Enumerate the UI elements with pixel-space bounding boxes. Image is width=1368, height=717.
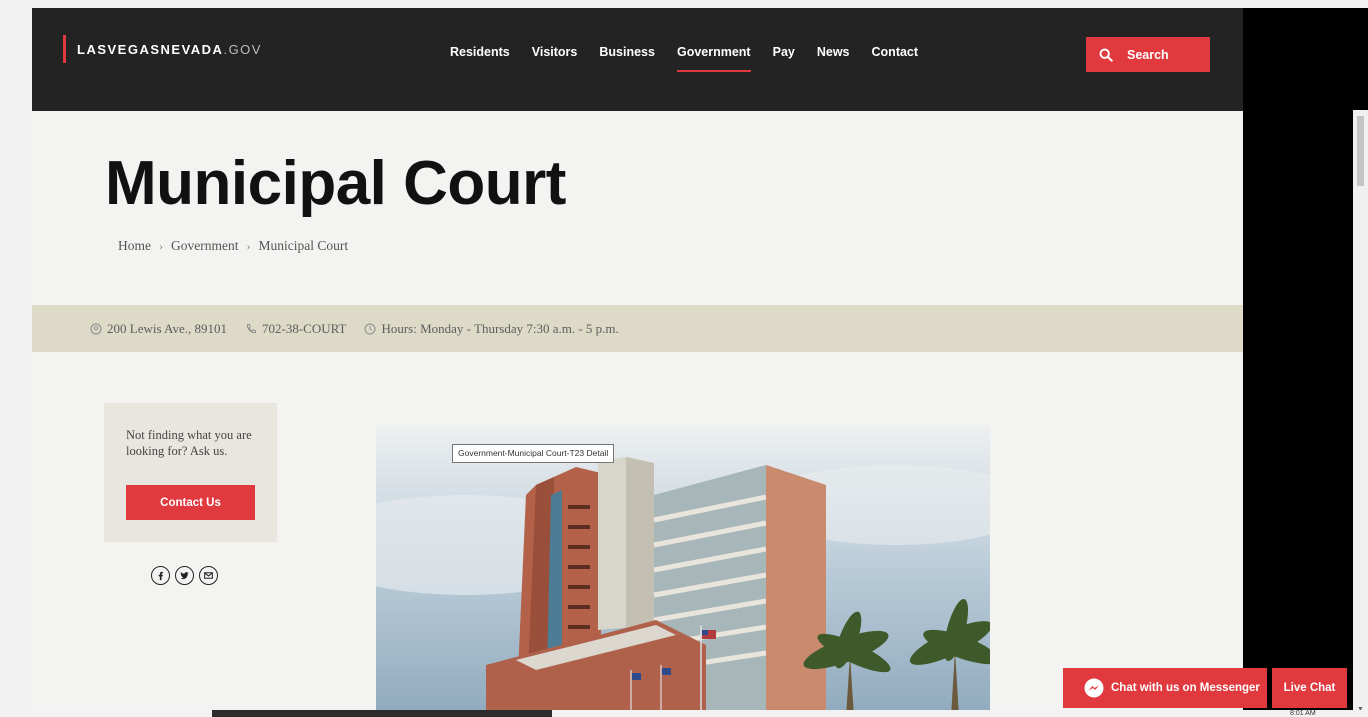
search-button-label: Search	[1127, 47, 1169, 62]
page-title: Municipal Court	[105, 149, 566, 218]
image-tooltip: Government-Municipal Court-T23 Detail	[452, 444, 615, 463]
email-icon[interactable]	[199, 566, 218, 585]
facebook-icon[interactable]	[151, 566, 170, 585]
clock-icon	[364, 323, 376, 334]
twitter-icon[interactable]	[175, 566, 194, 585]
phone-text: 702-38-COURT	[262, 320, 347, 336]
logo-text-light: .GOV	[223, 41, 262, 57]
hours-info: Hours: Monday - Thursday 7:30 a.m. - 5 p…	[364, 320, 619, 337]
browser-viewport: LASVEGASNEVADA .GOV Residents Visitors Bu…	[0, 0, 1368, 717]
nav-item-residents[interactable]: Residents	[439, 44, 521, 74]
info-bar: 200 Lewis Ave., 89101 702-38-COURT Hours…	[32, 305, 1243, 352]
nav-item-pay[interactable]: Pay	[762, 44, 806, 74]
map-pin-icon	[90, 323, 102, 334]
taskbar	[0, 710, 1368, 717]
messenger-chat-button[interactable]: Chat with us on Messenger	[1063, 668, 1267, 708]
nav-item-contact[interactable]: Contact	[861, 44, 930, 74]
live-chat-button[interactable]: Live Chat	[1272, 668, 1347, 708]
breadcrumb-government[interactable]: Government	[171, 238, 238, 254]
phone-info[interactable]: 702-38-COURT	[245, 321, 346, 337]
ask-us-text: Not finding what you are looking for? As…	[126, 428, 252, 458]
site-logo[interactable]: LASVEGASNEVADA .GOV	[63, 35, 262, 63]
browser-left-strip	[0, 0, 32, 717]
messenger-chat-label: Chat with us on Messenger	[1111, 682, 1260, 694]
search-button[interactable]: Search	[1086, 37, 1210, 72]
logo-text-bold: LASVEGASNEVADA	[77, 41, 224, 57]
scrollbar-thumb[interactable]	[1357, 116, 1364, 186]
hours-text: Hours: Monday - Thursday 7:30 a.m. - 5 p…	[381, 320, 619, 336]
nav-item-visitors[interactable]: Visitors	[521, 44, 589, 74]
site-header: LASVEGASNEVADA .GOV Residents Visitors Bu…	[32, 8, 1243, 111]
nav-item-government[interactable]: Government	[666, 44, 762, 74]
page-scrollbar[interactable]: ▼	[1353, 110, 1368, 717]
address-info: 200 Lewis Ave., 89101	[90, 321, 227, 337]
taskbar-clock: 8:01 AM	[1290, 710, 1316, 717]
breadcrumb-separator-icon: ›	[159, 238, 163, 253]
taskbar-apps	[212, 710, 552, 717]
social-links	[151, 566, 218, 585]
municipal-court-photo	[376, 425, 990, 717]
breadcrumb-home[interactable]: Home	[118, 238, 151, 254]
address-text: 200 Lewis Ave., 89101	[107, 320, 227, 336]
phone-icon	[247, 323, 256, 333]
browser-top-strip	[0, 0, 1368, 8]
ask-us-box: Not finding what you are looking for? As…	[104, 403, 277, 542]
main-nav: Residents Visitors Business Government P…	[439, 44, 929, 74]
building-illustration	[376, 425, 990, 717]
contact-us-button[interactable]: Contact Us	[126, 485, 255, 520]
website: LASVEGASNEVADA .GOV Residents Visitors Bu…	[32, 8, 1243, 717]
nav-item-news[interactable]: News	[806, 44, 861, 74]
nav-item-business[interactable]: Business	[588, 44, 666, 74]
breadcrumb: Home › Government › Municipal Court	[118, 238, 348, 254]
messenger-icon	[1084, 678, 1104, 698]
breadcrumb-current: Municipal Court	[258, 238, 349, 253]
search-icon	[1099, 48, 1113, 62]
breadcrumb-separator-icon: ›	[246, 238, 251, 253]
